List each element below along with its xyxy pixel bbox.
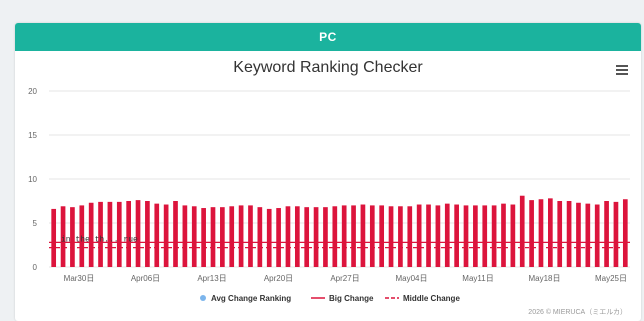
bar bbox=[463, 205, 469, 267]
bar bbox=[257, 207, 263, 267]
bar bbox=[360, 204, 366, 267]
bar bbox=[285, 206, 291, 267]
bar bbox=[182, 205, 188, 267]
bar bbox=[238, 205, 244, 267]
bar bbox=[276, 208, 281, 267]
x-tick-label: Apr13日 bbox=[197, 274, 226, 283]
copyright-footer: 2026 © MIERUCA（ミエルカ） bbox=[528, 309, 627, 316]
bar bbox=[576, 202, 581, 267]
bar bbox=[529, 200, 534, 267]
bar bbox=[145, 201, 150, 267]
bar bbox=[510, 204, 516, 267]
x-tick-label: Apr06日 bbox=[131, 274, 160, 283]
bar bbox=[201, 208, 206, 267]
bar bbox=[491, 205, 497, 267]
bar bbox=[163, 204, 169, 267]
bar bbox=[323, 207, 328, 267]
bar bbox=[126, 201, 131, 267]
bar bbox=[248, 205, 253, 267]
bar bbox=[566, 201, 572, 267]
bar bbox=[229, 206, 235, 267]
bar bbox=[351, 205, 356, 267]
x-tick-label: May11日 bbox=[462, 274, 493, 283]
bar bbox=[398, 206, 403, 267]
bar bbox=[116, 201, 122, 267]
bar bbox=[482, 205, 488, 267]
bar bbox=[473, 205, 478, 267]
bar bbox=[444, 203, 450, 267]
legend-label-middle: Middle Change bbox=[403, 294, 460, 303]
bar bbox=[538, 199, 544, 267]
bar bbox=[613, 201, 619, 267]
bar bbox=[501, 203, 506, 267]
x-tick-label: Apr27日 bbox=[330, 274, 359, 283]
chart-card: PC Keyword Ranking Checker 0 5 10 15 20 in th… bbox=[15, 23, 641, 321]
bar bbox=[332, 206, 338, 267]
bar bbox=[266, 208, 272, 267]
y-tick-label: 15 bbox=[28, 131, 37, 140]
x-tick-label: May18日 bbox=[528, 274, 560, 283]
y-tick-label: 20 bbox=[28, 87, 37, 96]
bar bbox=[407, 206, 413, 267]
bar bbox=[220, 207, 225, 267]
bar bbox=[210, 207, 216, 267]
y-tick-label: 10 bbox=[28, 175, 37, 184]
bar bbox=[604, 201, 609, 267]
bar bbox=[341, 205, 347, 267]
bar bbox=[191, 206, 197, 267]
bar bbox=[107, 201, 113, 267]
bar bbox=[313, 207, 319, 267]
bar bbox=[557, 201, 563, 267]
bar bbox=[51, 208, 57, 267]
x-tick-label: Mar30日 bbox=[64, 274, 95, 283]
x-tick-label: Apr20日 bbox=[264, 274, 293, 283]
bar bbox=[519, 195, 525, 267]
bar bbox=[369, 205, 375, 267]
overlay-annotation: in the th... rue bbox=[61, 235, 138, 244]
bar bbox=[454, 204, 459, 267]
bar bbox=[426, 204, 431, 267]
bar bbox=[379, 205, 385, 267]
bar bbox=[154, 203, 160, 267]
legend-label-avg: Avg Change Ranking bbox=[211, 294, 291, 303]
y-tick-label: 5 bbox=[33, 219, 38, 228]
bar bbox=[388, 206, 394, 267]
bar bbox=[594, 204, 600, 267]
legend-marker-avg bbox=[200, 295, 206, 301]
chart-plot-area: 0 5 10 15 20 in the th... rue Mar30日 Apr06日 Apr1… bbox=[28, 87, 630, 303]
bar bbox=[98, 201, 103, 267]
bar bbox=[304, 207, 310, 267]
bar bbox=[622, 199, 628, 267]
bar bbox=[548, 198, 553, 267]
bar bbox=[135, 200, 141, 267]
bar bbox=[585, 203, 591, 267]
x-tick-label: May25日 bbox=[595, 274, 627, 283]
legend-label-big: Big Change bbox=[329, 294, 374, 303]
bar bbox=[416, 204, 422, 267]
bar bbox=[435, 205, 441, 267]
bar bbox=[173, 201, 178, 267]
x-tick-label: May04日 bbox=[395, 274, 427, 283]
bar bbox=[294, 206, 300, 267]
y-tick-label: 0 bbox=[33, 263, 38, 272]
